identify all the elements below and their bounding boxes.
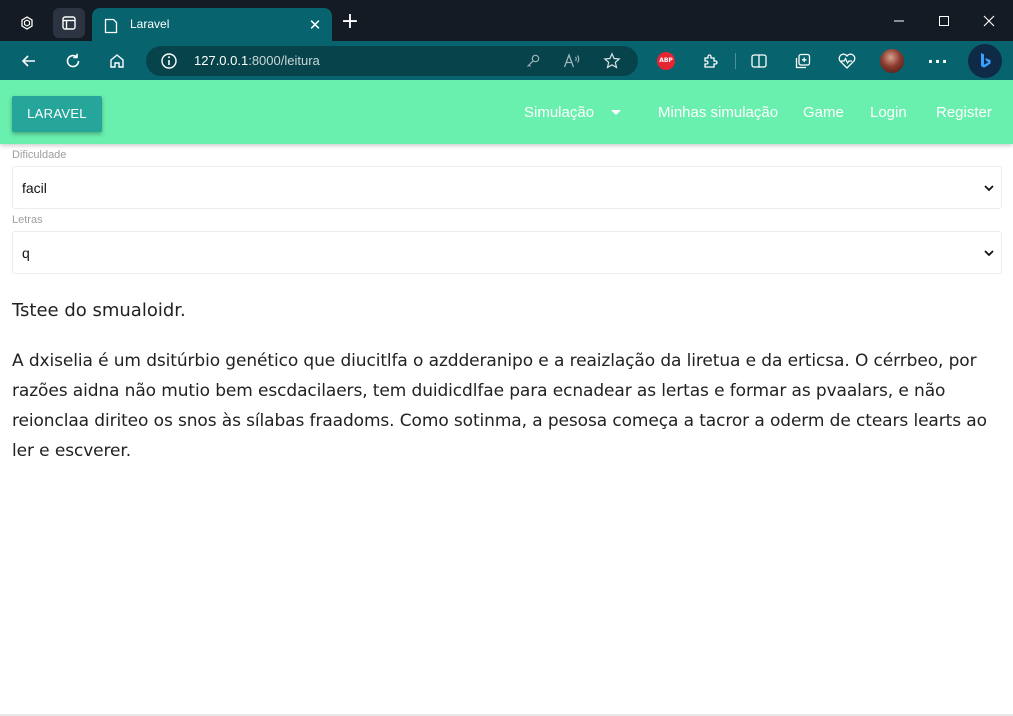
url-host: 127.0.0.1	[194, 53, 249, 68]
browser-tab-laravel[interactable]: Laravel ✕	[92, 8, 332, 43]
tab-actions-icon	[62, 16, 76, 30]
maximize-button[interactable]	[921, 8, 967, 34]
browser-essentials-icon	[838, 53, 856, 69]
browser-toolbar: 127.0.0.1:8000/leitura ABP ···	[0, 41, 1013, 80]
chevron-down-icon	[984, 250, 994, 257]
split-screen-icon	[751, 54, 767, 68]
back-icon	[21, 55, 35, 67]
letters-label: Letras	[12, 214, 43, 226]
workspaces-icon	[21, 16, 33, 30]
refresh-icon	[66, 53, 80, 68]
more-button[interactable]: ···	[926, 49, 950, 73]
adblock-plus-icon: ABP	[657, 52, 675, 70]
adblock-plus-button[interactable]: ABP	[654, 49, 678, 73]
letters-value: q	[22, 245, 30, 261]
profile-avatar	[880, 49, 904, 73]
brand-button[interactable]: LARAVEL	[12, 96, 102, 132]
maximize-icon	[939, 16, 949, 26]
nav-game[interactable]: Game	[803, 104, 844, 121]
more-icon: ···	[927, 51, 949, 71]
difficulty-value: facil	[22, 180, 47, 196]
app-navbar: LARAVEL Simulação Minhas simulação Game …	[0, 80, 1013, 144]
url-path: :8000/leitura	[248, 53, 320, 68]
difficulty-label: Dificuldade	[12, 149, 67, 161]
caret-down-icon[interactable]	[611, 110, 621, 115]
refresh-button[interactable]	[60, 48, 86, 74]
key-icon	[527, 54, 540, 67]
home-icon	[110, 54, 124, 68]
nav-simulacao-dropdown[interactable]: Simulação	[524, 104, 594, 121]
workspaces-button[interactable]	[10, 8, 44, 38]
close-window-button[interactable]	[966, 8, 1012, 34]
address-bar[interactable]: 127.0.0.1:8000/leitura	[146, 46, 638, 76]
favorite-star-icon	[603, 52, 621, 69]
bing-copilot-button[interactable]	[968, 44, 1002, 78]
difficulty-select[interactable]: facil	[12, 166, 1002, 209]
new-tab-button[interactable]: +	[338, 11, 362, 35]
collections-button[interactable]	[791, 49, 815, 73]
back-button[interactable]	[16, 48, 42, 74]
url-text[interactable]: 127.0.0.1:8000/leitura	[194, 53, 320, 68]
tab-actions-button[interactable]	[53, 8, 85, 38]
nav-login[interactable]: Login	[870, 104, 907, 121]
close-window-icon	[983, 15, 995, 27]
close-tab-button[interactable]: ✕	[306, 16, 324, 34]
minimize-icon	[894, 20, 904, 22]
favorite-button[interactable]	[603, 52, 621, 70]
collections-icon	[795, 53, 811, 69]
extensions-icon	[704, 54, 718, 68]
profile-button[interactable]	[880, 49, 904, 73]
reading-paragraph: A dxiselia é um dsitúrbio genético que d…	[12, 351, 987, 461]
minimize-button[interactable]	[876, 8, 922, 34]
toolbar-divider	[735, 53, 736, 69]
extensions-button[interactable]	[698, 49, 722, 73]
letters-select[interactable]: q	[12, 231, 1002, 274]
browser-titlebar: Laravel ✕ +	[0, 0, 1013, 43]
home-button[interactable]	[104, 48, 130, 74]
nav-minhas-simulacao[interactable]: Minhas simulação	[658, 104, 778, 121]
laravel-favicon	[104, 18, 118, 34]
split-screen-button[interactable]	[747, 49, 771, 73]
tab-title: Laravel	[130, 17, 170, 31]
reading-heading: Tstee do smualoidr.	[12, 300, 186, 321]
key-button[interactable]	[524, 52, 542, 70]
site-info-icon[interactable]	[160, 52, 178, 70]
read-aloud-button[interactable]	[563, 52, 581, 70]
bing-copilot-icon	[981, 53, 991, 68]
nav-register[interactable]: Register	[936, 104, 992, 121]
browser-essentials-button[interactable]	[835, 49, 859, 73]
read-aloud-icon	[563, 53, 580, 68]
chevron-down-icon	[984, 185, 994, 192]
